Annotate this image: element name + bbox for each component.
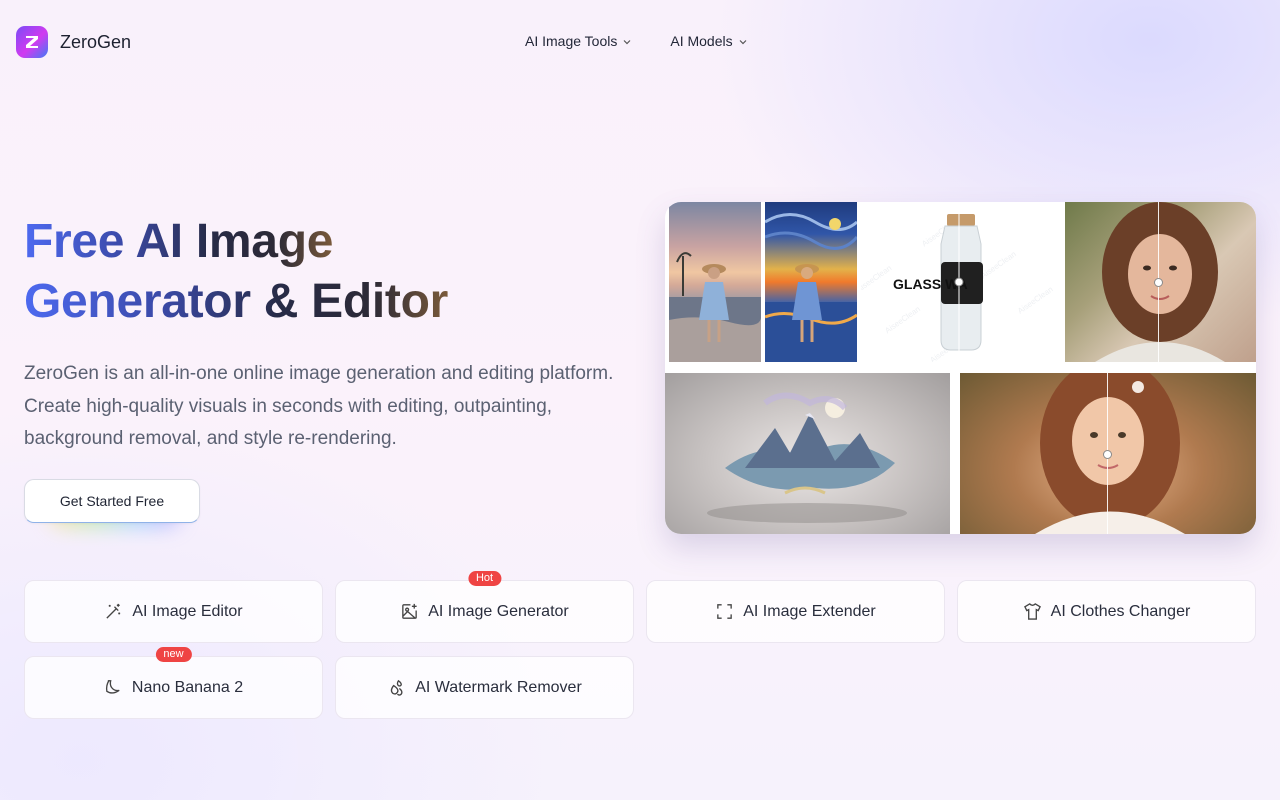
nav-item-ai-image-tools[interactable]: AI Image Tools: [525, 33, 632, 49]
brand-name: ZeroGen: [60, 31, 132, 52]
tool-card-label: AI Image Generator: [428, 602, 569, 620]
hot-badge: Hot: [467, 571, 502, 586]
hero-title-line-1: Free AI Image: [24, 215, 334, 268]
tool-card-label: Nano Banana 2: [131, 678, 244, 696]
nav-item-label: AI Models: [670, 33, 733, 49]
fantasy-island-render: [665, 373, 950, 534]
get-started-button[interactable]: Get Started Free: [24, 479, 200, 523]
droplets-icon: [391, 679, 403, 696]
svg-text:AiseeClean: AiseeClean: [883, 304, 922, 335]
shirt-icon: [1023, 603, 1041, 620]
nav-item-ai-models[interactable]: AI Models: [670, 33, 747, 49]
svg-text:AiseeClean: AiseeClean: [979, 250, 1018, 281]
banana-icon: [105, 680, 120, 694]
hero-title: Free AI Image Generator & Editor: [24, 212, 624, 332]
tool-card-nano-banana-2[interactable]: new Nano Banana 2: [24, 647, 323, 719]
comparison-handle[interactable]: [1103, 450, 1112, 459]
logo-mark-icon: [16, 26, 48, 58]
chevron-down-icon: [623, 39, 631, 44]
top-nav: AI Image Tools AI Models: [525, 33, 748, 49]
tool-card-label: AI Image Extender: [743, 602, 876, 620]
svg-text:AiseeClean: AiseeClean: [1016, 285, 1055, 316]
beach-photo-starry-style: [765, 202, 857, 362]
tool-card-ai-clothes-changer[interactable]: AI Clothes Changer: [957, 580, 1256, 643]
tool-card-ai-watermark-remover[interactable]: AI Watermark Remover: [335, 656, 634, 719]
tool-card-label: AI Clothes Changer: [1050, 602, 1191, 620]
image-plus-icon: [402, 603, 418, 619]
new-badge: new: [155, 647, 192, 662]
hero-description: ZeroGen is an all-in-one online image ge…: [24, 363, 614, 449]
beach-photo-original: [669, 202, 761, 362]
brand-logo[interactable]: ZeroGen: [16, 26, 131, 58]
bottle-watermark-removal: AiseeClean AiseeClean AiseeClean AiseeClea…: [861, 202, 1065, 362]
chevron-down-icon: [739, 39, 747, 44]
tool-card-ai-image-editor[interactable]: AI Image Editor: [24, 580, 323, 643]
cta-wrapper: Get Started Free: [24, 479, 200, 527]
expand-frame-icon: [717, 604, 733, 619]
hero-title-line-2: Generator & Editor: [24, 275, 448, 328]
tool-card-label: AI Image Editor: [132, 602, 243, 620]
tool-card-ai-image-extender[interactable]: AI Image Extender: [646, 580, 945, 643]
tool-card-ai-image-generator[interactable]: Hot AI Image Generator: [335, 571, 634, 643]
showcase-gallery: AiseeClean AiseeClean AiseeClean AiseeClea…: [665, 202, 1256, 534]
comparison-handle[interactable]: [1154, 278, 1163, 287]
tool-card-label: AI Watermark Remover: [415, 678, 582, 696]
magic-wand-icon: [106, 603, 121, 619]
portrait-enhance-comparison: [1065, 202, 1256, 362]
svg-text:AiseeClean: AiseeClean: [861, 263, 893, 294]
child-portrait-comparison: [960, 373, 1256, 534]
nav-item-label: AI Image Tools: [525, 33, 618, 49]
